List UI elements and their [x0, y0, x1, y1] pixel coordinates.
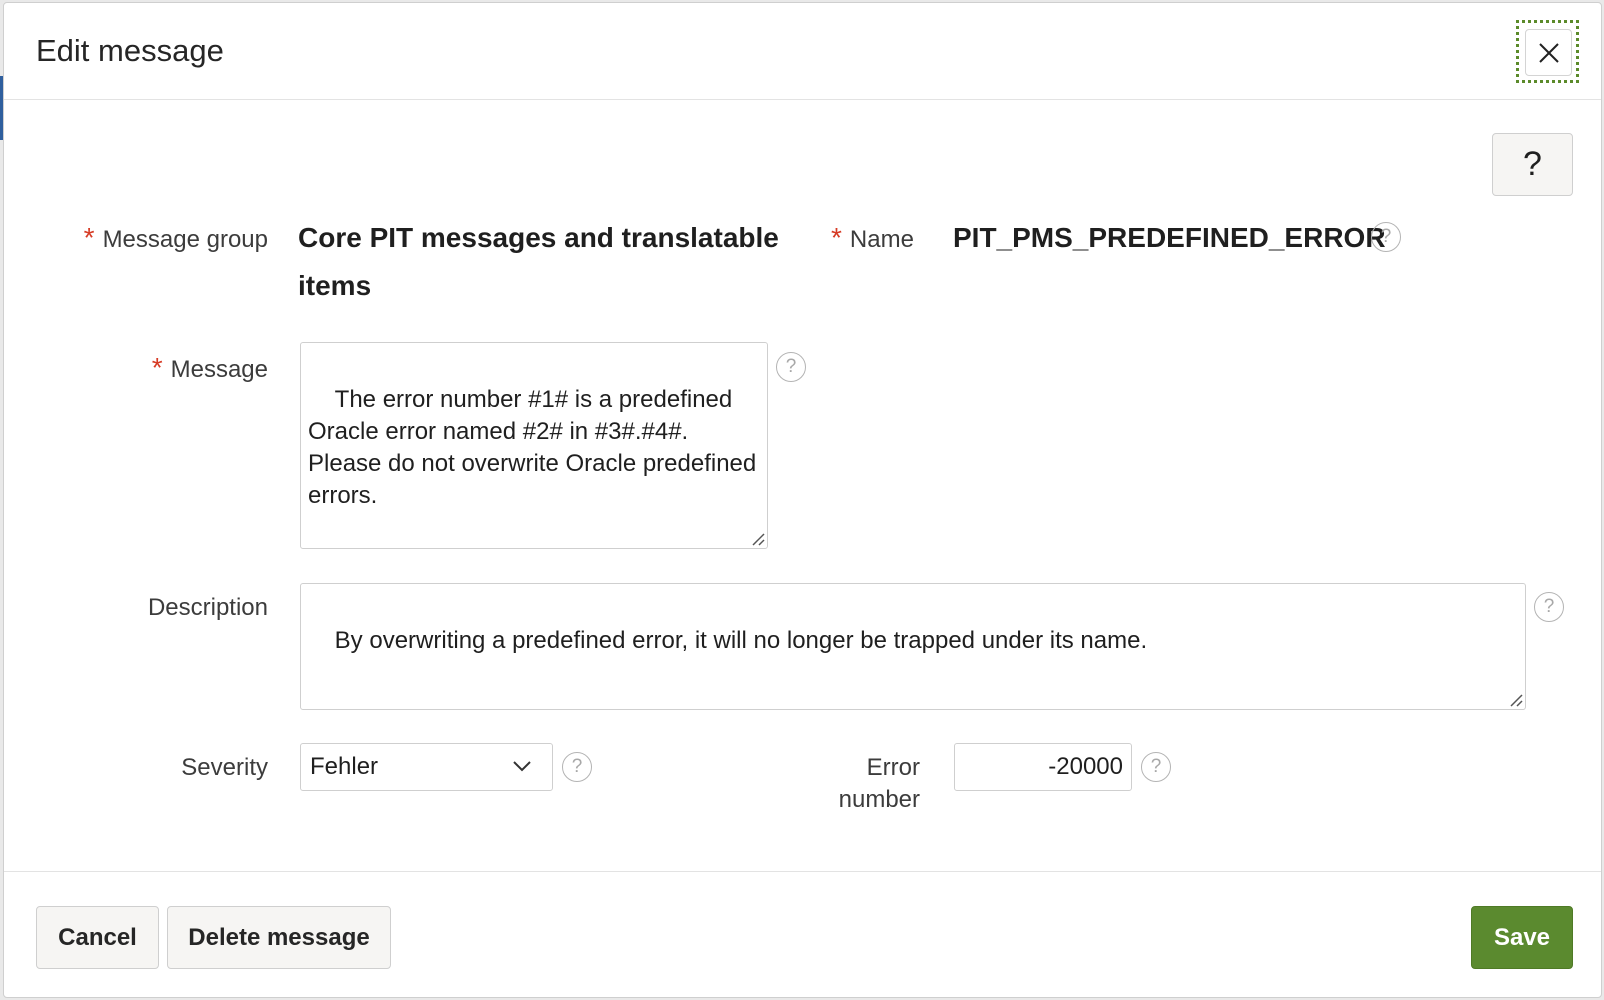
description-label: Description [147, 594, 268, 621]
resize-grip-icon[interactable] [751, 532, 765, 546]
required-marker: * [83, 222, 95, 253]
error-number-label: Error number [838, 754, 920, 813]
delete-message-button[interactable]: Delete message [167, 906, 391, 969]
dialog-footer: Cancel Delete message Save [4, 871, 1601, 997]
required-marker: * [831, 222, 842, 253]
severity-help-icon[interactable]: ? [562, 752, 592, 782]
description-help-icon[interactable]: ? [1534, 592, 1564, 622]
close-button[interactable] [1525, 29, 1572, 76]
resize-grip-icon[interactable] [1509, 693, 1523, 707]
name-label: * Name [831, 222, 914, 253]
close-icon [1538, 42, 1559, 63]
severity-selected-value: Fehler [310, 753, 379, 780]
error-number-help-icon[interactable]: ? [1141, 752, 1171, 782]
cancel-button[interactable]: Cancel [36, 906, 159, 969]
message-help-icon[interactable]: ? [776, 352, 806, 382]
severity-label: Severity [181, 754, 268, 781]
dialog-title: Edit message [36, 33, 224, 68]
name-help-icon[interactable]: ? [1371, 222, 1401, 252]
chevron-down-icon [513, 761, 531, 772]
message-group-label: * Message group [83, 222, 268, 253]
message-label: * Message [151, 352, 268, 383]
severity-select[interactable]: Fehler [300, 743, 553, 791]
message-textarea[interactable]: The error number #1# is a predefined Ora… [300, 342, 768, 549]
help-button[interactable]: ? [1492, 133, 1573, 196]
dialog-header: Edit message [4, 3, 1601, 100]
description-textarea[interactable]: By overwriting a predefined error, it wi… [300, 583, 1526, 710]
edit-message-dialog: Edit message ? * Message group Core PIT m… [3, 2, 1602, 998]
save-button[interactable]: Save [1471, 906, 1573, 969]
message-group-value: Core PIT messages and translatable items [298, 222, 779, 301]
required-marker: * [151, 352, 163, 383]
name-value: PIT_PMS_PREDEFINED_ERROR [953, 222, 1386, 253]
error-number-input[interactable]: -20000 [954, 743, 1132, 791]
